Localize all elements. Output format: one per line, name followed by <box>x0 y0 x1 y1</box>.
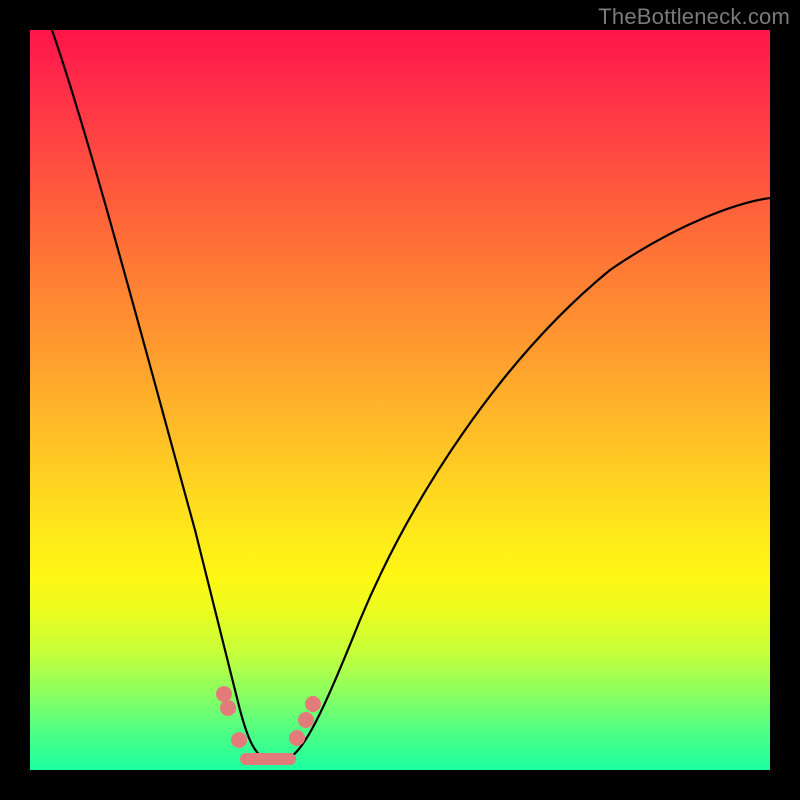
outer-frame: TheBottleneck.com <box>0 0 800 800</box>
bottleneck-curve <box>52 30 770 761</box>
marker-dot <box>298 712 314 728</box>
curve-svg <box>30 30 770 770</box>
watermark-text: TheBottleneck.com <box>598 4 790 30</box>
marker-dot <box>305 696 321 712</box>
marker-dot <box>220 700 236 716</box>
marker-dot <box>289 730 305 746</box>
marker-dot <box>216 686 232 702</box>
marker-dot <box>231 732 247 748</box>
plot-area <box>30 30 770 770</box>
